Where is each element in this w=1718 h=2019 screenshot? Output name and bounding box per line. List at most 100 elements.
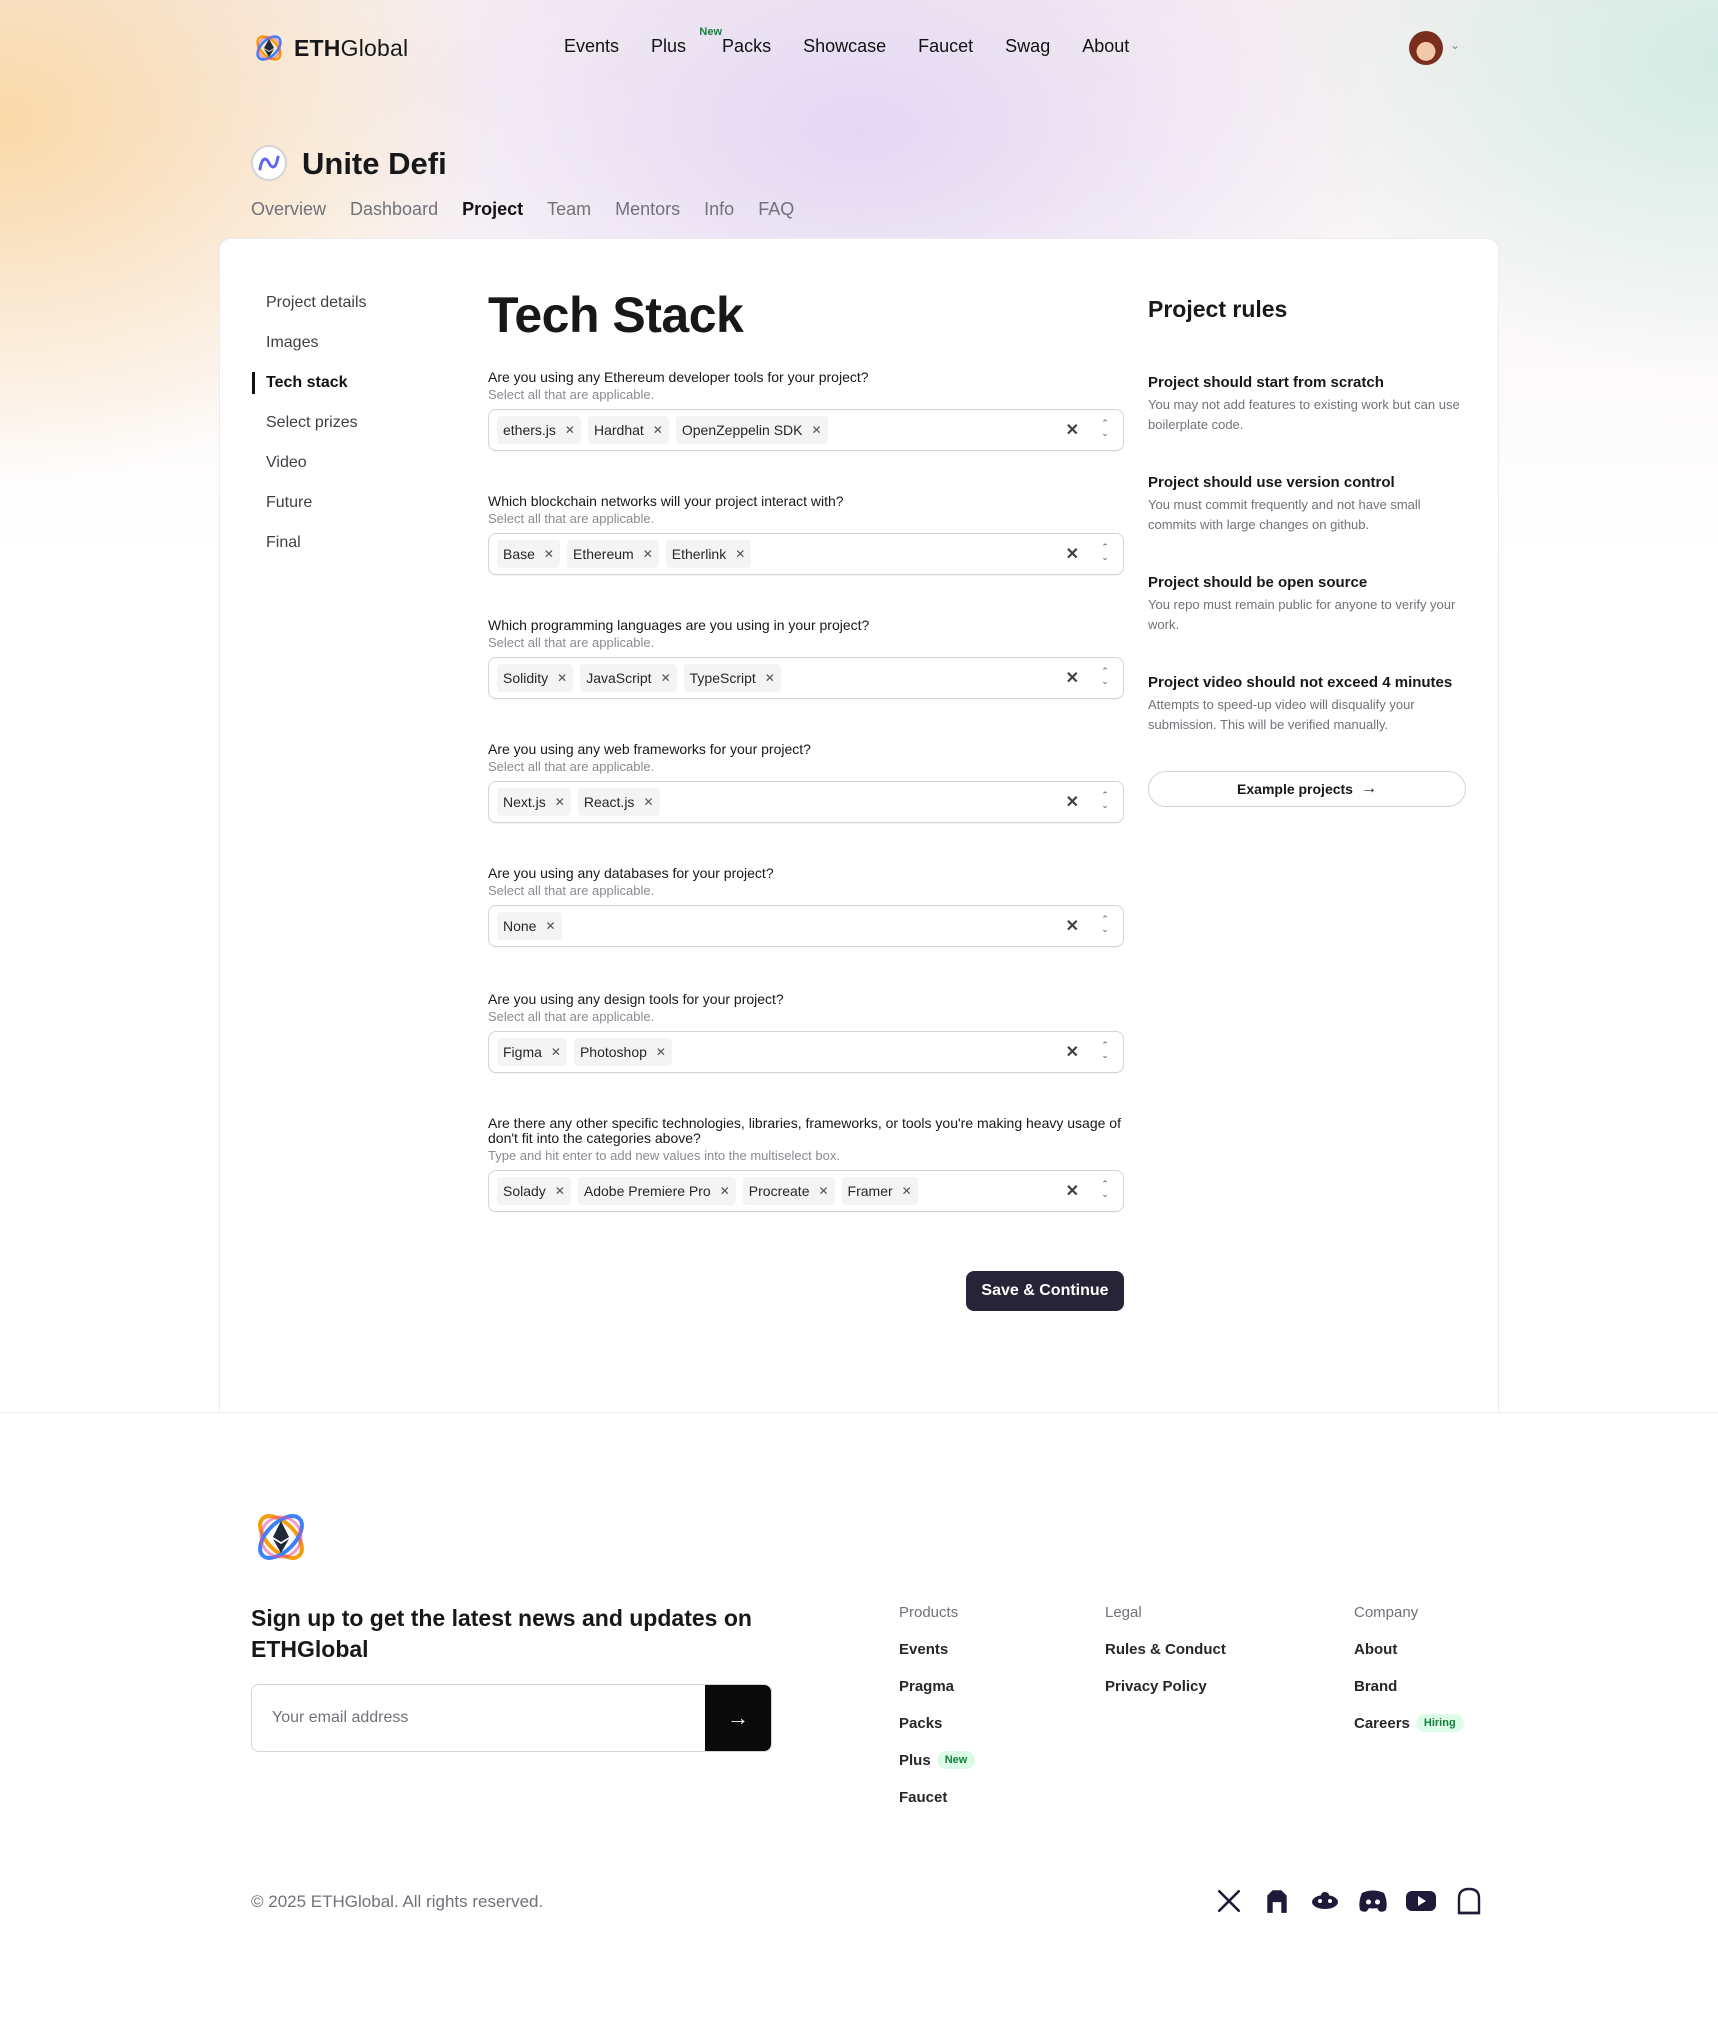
chevron-up-down-icon[interactable]: ⌃ ⌄ <box>1099 1040 1111 1060</box>
question-block: Are there any other specific technologie… <box>488 1116 1124 1212</box>
subscribe-button[interactable]: → <box>705 1685 771 1751</box>
nav-packs[interactable]: Packs <box>722 36 771 57</box>
multiselect-input[interactable]: Solady ✕ Adobe Premiere Pro ✕ Procreate ✕ Fram… <box>488 1170 1124 1212</box>
remove-tag-icon[interactable]: ✕ <box>643 547 653 561</box>
footer-link-rules-conduct[interactable]: Rules & Conduct <box>1105 1641 1226 1678</box>
chevron-down-icon[interactable]: ⌄ <box>1450 38 1460 52</box>
save-continue-button[interactable]: Save & Continue <box>966 1271 1124 1311</box>
youtube-icon[interactable] <box>1404 1884 1438 1918</box>
remove-tag-icon[interactable]: ✕ <box>735 547 745 561</box>
footer-col-legal: Legal Rules & Conduct Privacy Policy <box>1105 1604 1226 1715</box>
sidebar-item-final[interactable]: Final <box>252 533 367 573</box>
tab-faq[interactable]: FAQ <box>758 199 794 220</box>
clear-all-icon[interactable]: ✕ <box>1066 1181 1079 1201</box>
sidebar-item-tech-stack[interactable]: Tech stack <box>252 372 367 413</box>
footer-link-plus[interactable]: Plus New <box>899 1751 976 1789</box>
clear-all-icon[interactable]: ✕ <box>1066 668 1079 688</box>
copyright: © 2025 ETHGlobal. All rights reserved. <box>251 1892 544 1911</box>
rule-desc: Attempts to speed-up video will disquali… <box>1148 697 1415 732</box>
remove-tag-icon[interactable]: ✕ <box>643 795 653 809</box>
x-icon[interactable] <box>1212 1884 1246 1918</box>
sidebar-item-select-prizes[interactable]: Select prizes <box>252 413 367 453</box>
remove-tag-icon[interactable]: ✕ <box>656 1045 666 1059</box>
nav-showcase[interactable]: Showcase <box>803 36 886 57</box>
tab-team[interactable]: Team <box>547 199 591 220</box>
remove-tag-icon[interactable]: ✕ <box>565 423 575 437</box>
sidebar-item-images[interactable]: Images <box>252 333 367 373</box>
remove-tag-icon[interactable]: ✕ <box>557 671 567 685</box>
selected-tag: Adobe Premiere Pro ✕ <box>577 1177 736 1205</box>
avatar[interactable] <box>1409 31 1443 65</box>
rule-title: Project should be open source <box>1148 574 1368 591</box>
clear-all-icon[interactable]: ✕ <box>1066 420 1079 440</box>
tag-label: Figma <box>503 1044 542 1060</box>
multiselect-input[interactable]: Figma ✕ Photoshop ✕ ✕ ⌃ ⌄ <box>488 1031 1124 1073</box>
remove-tag-icon[interactable]: ✕ <box>551 1045 561 1059</box>
selected-tag: TypeScript ✕ <box>683 664 781 692</box>
question-label: Are you using any web frameworks for you… <box>488 741 811 757</box>
chevron-up-down-icon[interactable]: ⌃ ⌄ <box>1099 790 1111 810</box>
multiselect-input[interactable]: ethers.js ✕ Hardhat ✕ OpenZeppelin SDK ✕ ✕ ⌃ ⌄ <box>488 409 1124 451</box>
farcaster-icon[interactable] <box>1308 1884 1342 1918</box>
tab-info[interactable]: Info <box>704 199 734 220</box>
multiselect-input[interactable]: None ✕ ✕ ⌃ ⌄ <box>488 905 1124 947</box>
chevron-up-down-icon[interactable]: ⌃ ⌄ <box>1099 542 1111 562</box>
remove-tag-icon[interactable]: ✕ <box>902 1184 912 1198</box>
chevron-up-down-icon[interactable]: ⌃ ⌄ <box>1099 1179 1111 1199</box>
selected-tag: Etherlink ✕ <box>665 540 752 568</box>
footer-link-about[interactable]: About <box>1354 1641 1464 1678</box>
remove-tag-icon[interactable]: ✕ <box>555 1184 565 1198</box>
clear-all-icon[interactable]: ✕ <box>1066 916 1079 936</box>
tab-dashboard[interactable]: Dashboard <box>350 199 438 220</box>
nav-events[interactable]: Events <box>564 36 619 57</box>
multiselect-input[interactable]: Solidity ✕ JavaScript ✕ TypeScript ✕ ✕ ⌃ ⌄ <box>488 657 1124 699</box>
nav-plus[interactable]: Plus New <box>651 26 722 57</box>
footer-link-privacy-policy[interactable]: Privacy Policy <box>1105 1678 1226 1715</box>
ethglobal-logo[interactable]: ETHGlobal <box>252 31 408 65</box>
nav-about[interactable]: About <box>1082 36 1129 57</box>
event-logo-icon <box>258 155 280 171</box>
sidebar-item-project-details[interactable]: Project details <box>252 293 367 333</box>
multiselect-input[interactable]: Next.js ✕ React.js ✕ ✕ ⌃ ⌄ <box>488 781 1124 823</box>
clear-all-icon[interactable]: ✕ <box>1066 544 1079 564</box>
sidebar-item-video[interactable]: Video <box>252 453 367 493</box>
clear-all-icon[interactable]: ✕ <box>1066 1042 1079 1062</box>
tab-mentors[interactable]: Mentors <box>615 199 680 220</box>
tag-label: React.js <box>583 794 635 810</box>
footer-link-pragma[interactable]: Pragma <box>899 1678 975 1715</box>
github-icon[interactable] <box>1260 1884 1294 1918</box>
remove-tag-icon[interactable]: ✕ <box>653 423 663 437</box>
footer-link-brand[interactable]: Brand <box>1354 1678 1464 1715</box>
chevron-up-down-icon[interactable]: ⌃ ⌄ <box>1099 914 1111 934</box>
footer-link-faucet[interactable]: Faucet <box>899 1789 975 1826</box>
remove-tag-icon[interactable]: ✕ <box>765 671 775 685</box>
chevron-up-down-icon[interactable]: ⌃ ⌄ <box>1099 418 1111 438</box>
remove-tag-icon[interactable]: ✕ <box>545 919 555 933</box>
footer-col-heading: Legal <box>1105 1604 1142 1621</box>
footer-divider <box>0 1412 1718 1413</box>
ghost-icon[interactable] <box>1452 1884 1486 1918</box>
tab-project[interactable]: Project <box>462 199 523 220</box>
footer-link-packs[interactable]: Packs <box>899 1715 975 1752</box>
remove-tag-icon[interactable]: ✕ <box>818 1184 828 1198</box>
tab-overview[interactable]: Overview <box>251 199 326 220</box>
multiselect-input[interactable]: Base ✕ Ethereum ✕ Etherlink ✕ ✕ ⌃ ⌄ <box>488 533 1124 575</box>
selected-tag: Hardhat ✕ <box>587 416 669 444</box>
footer-link-events[interactable]: Events <box>899 1641 975 1678</box>
remove-tag-icon[interactable]: ✕ <box>720 1184 730 1198</box>
email-input[interactable] <box>252 1685 705 1751</box>
footer-link-careers[interactable]: Careers Hiring <box>1354 1714 1464 1752</box>
clear-all-icon[interactable]: ✕ <box>1066 792 1079 812</box>
rules-title: Project rules <box>1148 296 1288 322</box>
nav-swag[interactable]: Swag <box>1005 36 1050 57</box>
sidebar-item-future[interactable]: Future <box>252 493 367 533</box>
example-projects-button[interactable]: Example projects → <box>1148 771 1466 807</box>
remove-tag-icon[interactable]: ✕ <box>812 423 822 437</box>
nav-faucet[interactable]: Faucet <box>918 36 973 57</box>
remove-tag-icon[interactable]: ✕ <box>555 795 565 809</box>
chevron-up-down-icon[interactable]: ⌃ ⌄ <box>1099 666 1111 686</box>
remove-tag-icon[interactable]: ✕ <box>544 547 554 561</box>
discord-icon[interactable] <box>1356 1884 1390 1918</box>
selected-tag: JavaScript ✕ <box>580 664 677 692</box>
remove-tag-icon[interactable]: ✕ <box>661 671 671 685</box>
